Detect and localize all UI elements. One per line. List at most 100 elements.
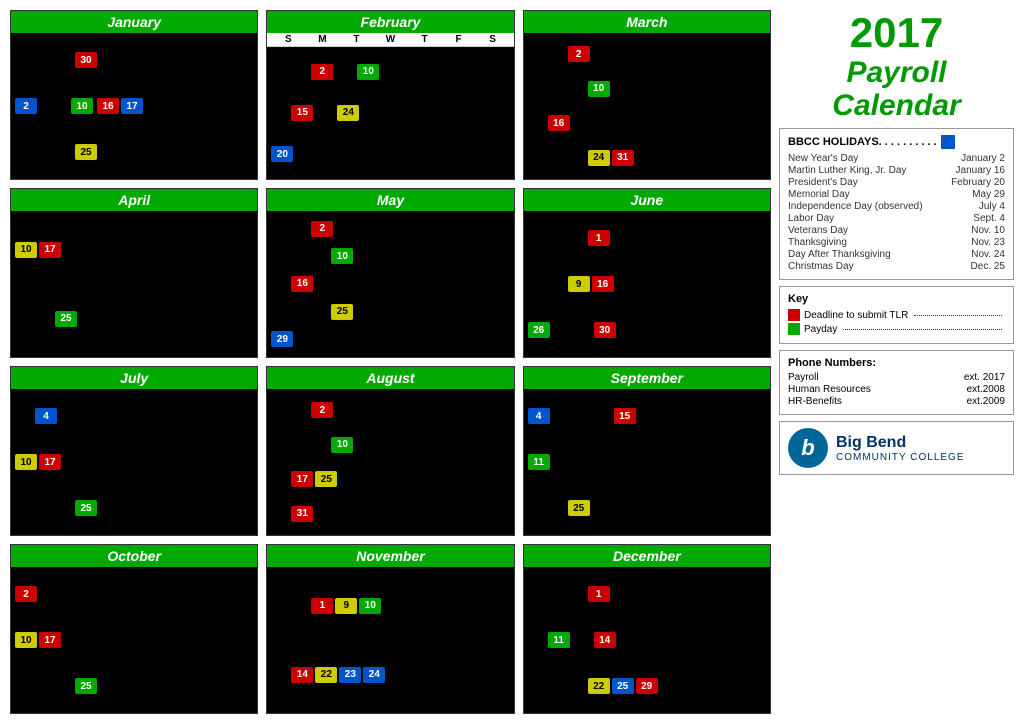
holiday-row: Labor DaySept. 4 <box>788 213 1005 224</box>
date-row: 1017 <box>15 631 253 649</box>
holidays-title: BBCC HOLIDAYS. . . . . . . . . . <box>788 135 1005 149</box>
key-list: Deadline to submit TLR Payday <box>788 309 1005 335</box>
date-badge-23: 23 <box>339 667 361 683</box>
date-row: 16 <box>528 114 766 132</box>
date-badge-2: 2 <box>568 46 590 62</box>
date-row: 11 <box>528 453 766 471</box>
date-row: 10 <box>271 436 509 454</box>
date-badge-17: 17 <box>291 471 313 487</box>
phone-number: ext.2009 <box>967 396 1005 407</box>
title-calendar: Calendar <box>779 89 1014 122</box>
date-badge-22: 22 <box>315 667 337 683</box>
date-badge-2: 2 <box>311 221 333 237</box>
date-badge-14: 14 <box>594 632 616 648</box>
holiday-date: Dec. 25 <box>971 261 1005 272</box>
phone-name: Human Resources <box>788 384 871 395</box>
key-dots <box>843 329 1002 330</box>
date-row: 25 <box>15 499 253 517</box>
date-row: 1725 <box>271 470 509 488</box>
date-badge-25: 25 <box>55 311 77 327</box>
month-header-february: February <box>267 11 513 33</box>
dow-cell: S <box>483 34 503 45</box>
month-block-december: December11114222529 <box>523 544 771 714</box>
date-row: 1910 <box>271 597 509 615</box>
date-row: 16 <box>271 275 509 293</box>
date-badge-10: 10 <box>71 98 93 114</box>
holiday-date: Sept. 4 <box>973 213 1005 224</box>
month-body-may: 210162529 <box>267 211 513 357</box>
month-block-may: May210162529 <box>266 188 514 358</box>
date-row: 30 <box>15 51 253 69</box>
holiday-name: Independence Day (observed) <box>788 201 923 212</box>
key-square-green <box>788 323 800 335</box>
key-square-red <box>788 309 800 321</box>
date-row: 415 <box>528 407 766 425</box>
month-body-july: 4101725 <box>11 389 257 535</box>
phone-row: Human Resourcesext.2008 <box>788 384 1005 395</box>
date-badge-25: 25 <box>75 144 97 160</box>
key-row: Payday <box>788 323 1005 335</box>
dow-cell: T <box>415 34 435 45</box>
date-row: 10 <box>271 247 509 265</box>
month-body-october: 2101725 <box>11 567 257 713</box>
holidays-label: BBCC HOLIDAYS. . . . . . . . . . <box>788 136 937 148</box>
date-badge-2: 2 <box>311 402 333 418</box>
key-row: Deadline to submit TLR <box>788 309 1005 321</box>
month-block-november: November191014222324 <box>266 544 514 714</box>
date-badge-4: 4 <box>35 408 57 424</box>
key-dots <box>914 315 1002 316</box>
month-block-june: June19162630 <box>523 188 771 358</box>
month-body-june: 19162630 <box>524 211 770 357</box>
phone-row: HR-Benefits ext.2009 <box>788 396 1005 407</box>
date-row: 2 <box>15 585 253 603</box>
key-title: Key <box>788 293 1005 305</box>
date-row: 10 <box>528 80 766 98</box>
holiday-row: Day After ThanksgivingNov. 24 <box>788 249 1005 260</box>
month-block-march: March 2 10 16 2431 <box>523 10 771 180</box>
dow-cell: S <box>278 34 298 45</box>
month-block-july: July4101725 <box>10 366 258 536</box>
holidays-icon <box>941 135 955 149</box>
holidays-list: New Year's Day January 2 Martin Luther Kin… <box>788 153 1005 272</box>
date-badge-10: 10 <box>331 248 353 264</box>
phone-row: Payrollext. 2017 <box>788 372 1005 383</box>
date-badge-24: 24 <box>588 150 610 166</box>
date-badge-17: 17 <box>39 242 61 258</box>
month-header-september: September <box>524 367 770 389</box>
right-panel: 2017 Payroll Calendar BBCC HOLIDAYS. . .… <box>779 10 1014 714</box>
date-badge-25: 25 <box>75 500 97 516</box>
month-header-march: March <box>524 11 770 33</box>
holiday-row: Memorial DayMay 29 <box>788 189 1005 200</box>
holiday-name: Martin Luther King, Jr. Day <box>788 165 906 176</box>
holiday-name: New Year's Day <box>788 153 858 164</box>
date-badge-17: 17 <box>39 632 61 648</box>
month-header-may: May <box>267 189 513 211</box>
holiday-date: Nov. 23 <box>971 237 1005 248</box>
month-block-august: August210172531 <box>266 366 514 536</box>
month-body-april: 1017 25 <box>11 211 257 357</box>
holiday-date: January 16 <box>956 165 1005 176</box>
date-badge-10: 10 <box>357 64 379 80</box>
date-badge-31: 31 <box>612 150 634 166</box>
holiday-date: January 2 <box>961 153 1005 164</box>
dow-row: SMTWTFS <box>267 33 513 47</box>
date-row: 25 <box>15 143 253 161</box>
holiday-name: Veterans Day <box>788 225 848 236</box>
holiday-name: Day After Thanksgiving <box>788 249 891 260</box>
date-badge-16: 16 <box>97 98 119 114</box>
date-badge-10: 10 <box>15 242 37 258</box>
main-container: January30210161725FebruarySMTWTFS2101524… <box>0 0 1024 724</box>
month-header-july: July <box>11 367 257 389</box>
date-row: 2 <box>271 401 509 419</box>
phone-name: HR-Benefits <box>788 396 842 407</box>
date-row: 222529 <box>528 677 766 695</box>
date-row: 1 <box>528 585 766 603</box>
key-box: Key Deadline to submit TLR Payday <box>779 286 1014 344</box>
date-badge-11: 11 <box>548 632 570 648</box>
holidays-box: BBCC HOLIDAYS. . . . . . . . . . New Yea… <box>779 128 1014 280</box>
key-label: Deadline to submit TLR <box>804 310 908 321</box>
calendar-section: January30210161725FebruarySMTWTFS2101524… <box>10 10 771 714</box>
month-body-february: 210152420 <box>267 47 513 179</box>
month-header-november: November <box>267 545 513 567</box>
logo-box: b Big Bend COMMUNITY COLLEGE <box>779 421 1014 475</box>
